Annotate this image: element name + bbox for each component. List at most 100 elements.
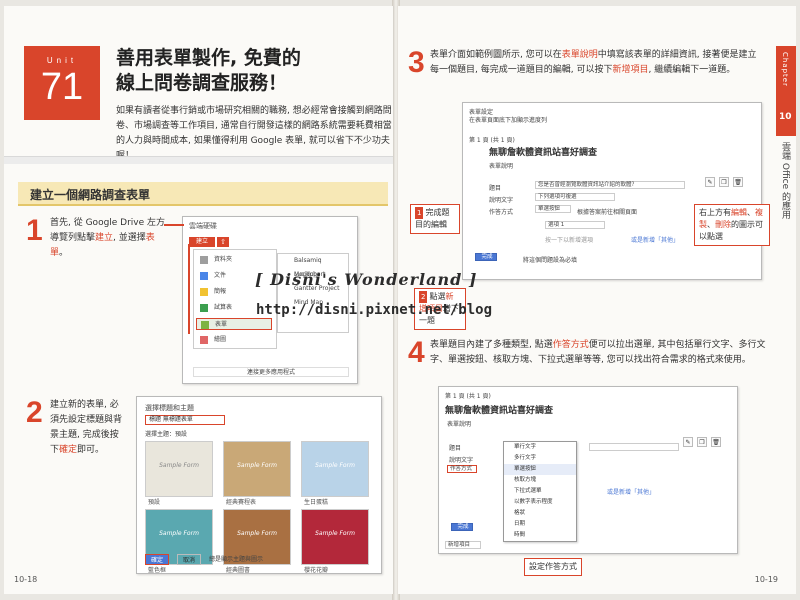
- theme-thumb-3[interactable]: Sample Form 生日蛋糕: [301, 441, 369, 506]
- delete-icon[interactable]: 🗑: [733, 177, 743, 187]
- add-option-link[interactable]: 按一下以新增選項: [545, 235, 593, 244]
- required-checkbox[interactable]: 將這個問題設為必填: [523, 255, 577, 264]
- watermark-title: [ Disni's Wonderland ]: [255, 270, 478, 289]
- step-1-screenshot: 雲端硬碟 建立 ⇧ 資料夾 文件 簡報 試算表 表單 繪圖 Balsamiq M…: [182, 216, 358, 384]
- type-option-time[interactable]: 時間: [504, 530, 576, 541]
- sheet-icon: [200, 303, 208, 312]
- step-1-pointer: [164, 224, 184, 226]
- option-1-input[interactable]: 選項 1: [545, 221, 605, 229]
- more-apps-link[interactable]: 連接更多應用程式: [193, 367, 349, 377]
- theme-checkbox[interactable]: 總是顯示主題與圖示: [209, 554, 263, 563]
- chapter-side-title: 雲端 Office 的應用: [780, 142, 790, 219]
- help-text-label-2: 說明文字: [449, 457, 474, 464]
- dialog-title: 選擇標題和主題: [145, 404, 194, 412]
- chapter-word: Chapter: [781, 52, 789, 87]
- unit-title: 善用表單製作, 免費的 線上問卷調查服務！: [116, 46, 301, 96]
- form-title-input[interactable]: 標題 無標題表單: [145, 415, 225, 425]
- watermark-url: http://disni.pixnet.net/blog: [256, 302, 493, 318]
- ok-button[interactable]: 確定: [145, 554, 169, 565]
- callout-done: 1 完成題目的編輯: [410, 204, 460, 234]
- type-option-radio[interactable]: 單選按鈕: [504, 464, 576, 475]
- page-navigation-checkbox[interactable]: 根據答案前往相關頁面: [577, 207, 637, 216]
- form-description[interactable]: 表單說明: [489, 161, 513, 170]
- form-title[interactable]: 無聊詹軟體資訊站喜好調查: [489, 145, 597, 158]
- type-option-paragraph[interactable]: 多行文字: [504, 453, 576, 464]
- app-submenu: Balsamiq Mockups Lucidchart Gantter Proj…: [277, 253, 349, 333]
- done-button[interactable]: 完成: [475, 253, 497, 261]
- settings-checkbox[interactable]: 在表單頁面底下加顯示進度列: [469, 115, 547, 124]
- type-option-checkbox[interactable]: 核取方塊: [504, 475, 576, 486]
- step-1-number: 1: [26, 214, 43, 247]
- form-icon: [201, 320, 209, 329]
- edit-icon[interactable]: ✎: [705, 177, 715, 187]
- question-type-select[interactable]: 單選按鈕: [535, 205, 571, 213]
- step-3-number: 3: [408, 46, 425, 79]
- page-number-right: 10-19: [754, 575, 778, 584]
- theme-thumb-6[interactable]: Sample Form 櫻花花瓣: [301, 509, 369, 573]
- question-title-label-2: 題目: [449, 445, 462, 452]
- form-description-2[interactable]: 表單說明: [447, 419, 471, 428]
- step-1-pointer-vert: [188, 244, 190, 334]
- theme-label: 選擇主題：預設: [145, 431, 188, 438]
- question-type-dropdown[interactable]: 單行文字 多行文字 單選按鈕 核取方塊 下拉式選單 以數字表示程度 格狀 日期 …: [503, 441, 577, 542]
- right-page: Chapter 10 雲端 Office 的應用 3 表單介面如範例圖所示, 您…: [398, 6, 796, 594]
- question-title-input[interactable]: 您是否曾經瀏覽軟體資訊站介紹的軟體？: [535, 181, 685, 189]
- type-option-grid[interactable]: 格狀: [504, 508, 576, 519]
- question-type-label-2[interactable]: 作答方式: [447, 465, 477, 473]
- type-option-scale[interactable]: 以數字表示程度: [504, 497, 576, 508]
- copy-icon-2[interactable]: ❐: [697, 437, 707, 447]
- menu-item-drawing[interactable]: 繪圖: [200, 334, 226, 346]
- menu-item-form[interactable]: 表單: [196, 318, 272, 330]
- unit-word: Unit: [46, 56, 78, 65]
- form-title-2[interactable]: 無聊詹軟體資訊站喜好調查: [445, 403, 553, 416]
- menu-item-sheet[interactable]: 試算表: [200, 302, 232, 314]
- menu-item-slides[interactable]: 簡報: [200, 286, 226, 298]
- left-page: Unit 71 善用表單製作, 免費的 線上問卷調查服務！ 如果有讀者從事行銷或…: [4, 6, 394, 594]
- title-line-1: 善用表單製作, 免費的: [116, 47, 301, 69]
- section-title: 建立一個網路調查表單: [30, 188, 151, 202]
- type-option-date[interactable]: 日期: [504, 519, 576, 530]
- cancel-button[interactable]: 取消: [177, 554, 201, 565]
- theme-thumb-default[interactable]: Sample Form 預設: [145, 441, 213, 506]
- create-button[interactable]: 建立: [189, 237, 215, 247]
- menu-item-doc[interactable]: 文件: [200, 270, 226, 282]
- done-button-2[interactable]: 完成: [451, 523, 473, 531]
- type-option-dropdown[interactable]: 下拉式選單: [504, 486, 576, 497]
- app-balsamiq[interactable]: Balsamiq Mockups: [278, 254, 348, 278]
- page-number-left: 10-18: [14, 575, 38, 584]
- drawing-icon: [200, 335, 208, 344]
- intro-paragraph: 如果有讀者從事行銷或市場研究相關的職務, 想必經常會接觸到網路問卷、市場調查等工…: [116, 106, 392, 161]
- header-band: [4, 156, 393, 164]
- type-option-short-text[interactable]: 單行文字: [504, 442, 576, 453]
- chapter-tab: Chapter 10: [776, 46, 796, 136]
- question-title-label: 題目: [489, 185, 502, 192]
- chapter-number: 10: [779, 112, 792, 122]
- page-indicator: 第 1 頁 (共 1 頁): [469, 137, 515, 144]
- unit-badge: Unit 71: [24, 46, 100, 120]
- title-line-2: 線上問卷調查服務！: [116, 72, 288, 94]
- add-item-button[interactable]: 新增項目: [445, 541, 481, 549]
- add-other-link[interactable]: 或是新增「其他」: [631, 235, 679, 244]
- unit-number: 71: [40, 66, 84, 108]
- folder-icon: [200, 255, 208, 264]
- step-4-screenshot: 第 1 頁 (共 1 頁) 無聊詹軟體資訊站喜好調查 表單說明 題目 說明文字 …: [438, 386, 738, 554]
- upload-icon[interactable]: ⇧: [217, 237, 229, 247]
- step-2-screenshot: 選擇標題和主題 標題 無標題表單 選擇主題：預設 Sample Form 預設 S…: [136, 396, 382, 574]
- drive-header: 雲端硬碟: [189, 222, 217, 230]
- page-indicator-2: 第 1 頁 (共 1 頁): [445, 393, 491, 400]
- help-text-input[interactable]: 下列選項可複選: [535, 193, 615, 201]
- edit-icon-2[interactable]: ✎: [683, 437, 693, 447]
- step-1-text: 首先, 從 Google Drive 左方導覽列點擊建立, 並選擇表單。: [50, 218, 166, 258]
- doc-icon: [200, 271, 208, 280]
- question-title-input-2[interactable]: [589, 443, 679, 451]
- menu-item-folder[interactable]: 資料夾: [200, 254, 232, 266]
- add-other-link-2[interactable]: 或是新增「其他」: [607, 487, 655, 496]
- slides-icon: [200, 287, 208, 296]
- copy-icon[interactable]: ❐: [719, 177, 729, 187]
- theme-thumb-2[interactable]: Sample Form 經典賽程表: [223, 441, 291, 506]
- step-2-number: 2: [26, 396, 43, 429]
- step-4-text: 表單題目內建了多種類型, 點選作答方式便可以拉出選單, 其中包括單行文字、多行文…: [430, 340, 766, 365]
- help-text-label: 說明文字: [489, 197, 514, 204]
- delete-icon-2[interactable]: 🗑: [711, 437, 721, 447]
- callout-question-type: 設定作答方式: [524, 558, 582, 576]
